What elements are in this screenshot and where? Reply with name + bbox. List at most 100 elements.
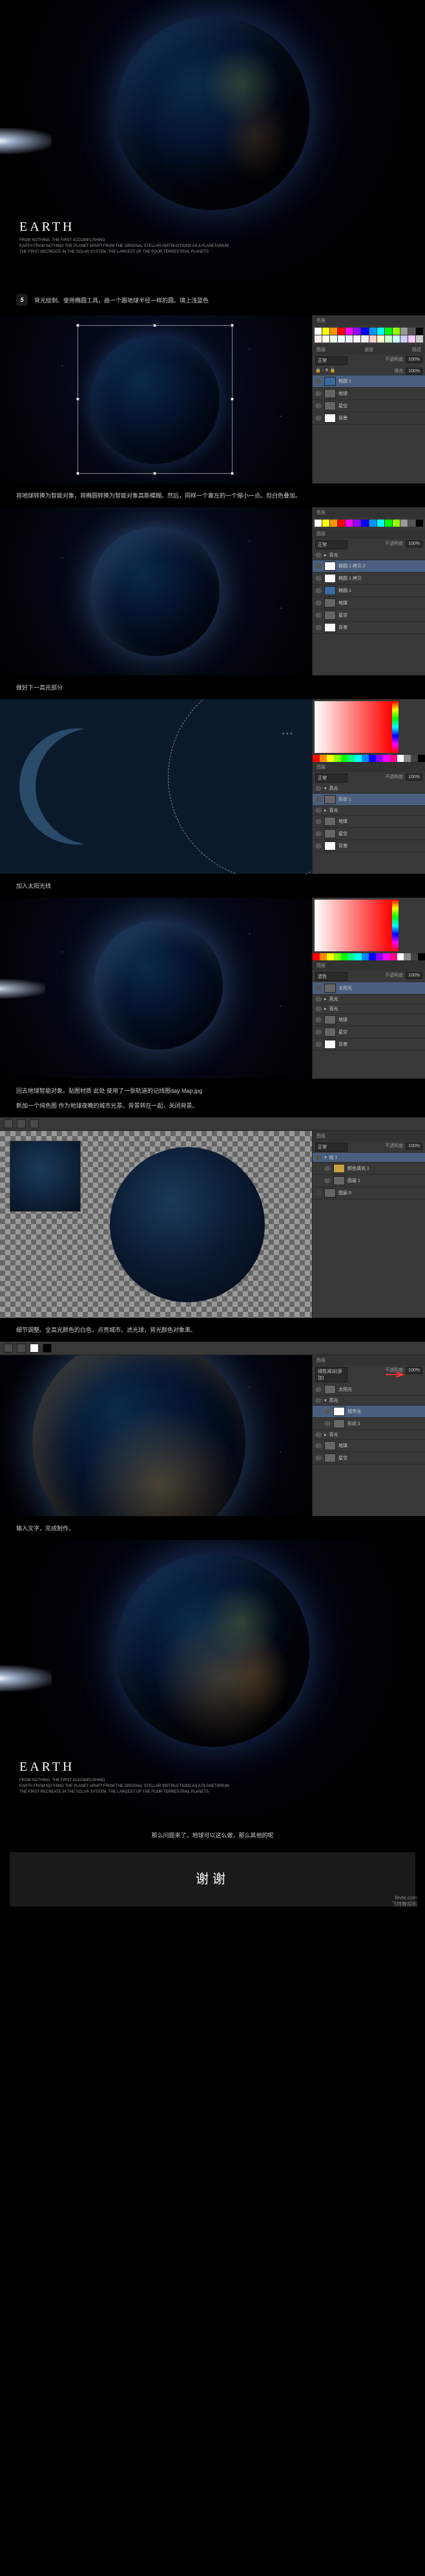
layers-tab[interactable]: 图层: [316, 531, 326, 537]
layer-row[interactable]: ▸ 高光: [313, 995, 425, 1004]
layer-name: 星空: [338, 403, 347, 409]
earth-sphere: [110, 1147, 265, 1302]
layer-row[interactable]: 星空: [313, 609, 425, 622]
layer-row[interactable]: 形状 1: [313, 794, 425, 806]
earth-render-bottom: [116, 1553, 309, 1747]
ps-canvas-5: [0, 1131, 312, 1318]
transform-box[interactable]: [78, 325, 233, 474]
layer-row[interactable]: ▸ 背光: [313, 806, 425, 816]
crescent-shape: [19, 728, 136, 845]
layer-row[interactable]: 太阳光: [313, 982, 425, 995]
step-number: 5: [16, 294, 28, 306]
tool-icon[interactable]: [17, 1119, 26, 1128]
layers-tab[interactable]: 图层: [316, 962, 326, 969]
opacity-input[interactable]: 100%: [406, 972, 422, 979]
layer-name: 地球: [338, 390, 347, 397]
layers-tab[interactable]: 图层: [316, 1133, 326, 1139]
ps-panels-3: 图层 正常 不透明度: 100% ▾ 高光 形状 1 ▸ 背光 地球 星空 背景: [312, 699, 425, 874]
channels-tab[interactable]: 通道: [364, 346, 373, 353]
color-swatch-black[interactable]: [43, 1344, 52, 1353]
opacity-input[interactable]: 100%: [406, 356, 422, 363]
layer-row[interactable]: ▾ 组 1: [313, 1153, 425, 1163]
paths-tab[interactable]: 路径: [412, 346, 421, 353]
ps-canvas-3: ● ● ●: [0, 699, 312, 874]
layer-row[interactable]: 椭圆 1: [313, 375, 425, 388]
layer-row[interactable]: 图层 1: [313, 1175, 425, 1187]
hero-title: EARTH: [19, 1760, 74, 1775]
hue-slider[interactable]: [392, 701, 399, 753]
tool-icon[interactable]: [4, 1344, 13, 1353]
opacity-input[interactable]: 100%: [406, 1367, 422, 1374]
swatches-grid[interactable]: [313, 326, 425, 344]
color-swatch-white[interactable]: [30, 1344, 39, 1353]
ps-canvas-2: [0, 507, 312, 675]
ps-panels-1: 色板 图层 通道 路径 正常 不透明度: 100% 🔒 ▫ ✚ 🔒 填充: 10…: [312, 315, 425, 483]
layer-row[interactable]: 星空: [313, 400, 425, 412]
layer-row[interactable]: 椭圆 1 拷贝: [313, 573, 425, 585]
mini-swatches[interactable]: [313, 755, 425, 762]
caption-4: 加入太阳光线: [0, 874, 425, 898]
layer-row[interactable]: 地球: [313, 1014, 425, 1026]
opacity-label: 不透明度:: [385, 357, 404, 362]
swatches-grid[interactable]: [313, 518, 425, 529]
layer-row[interactable]: 星空: [313, 1026, 425, 1039]
layer-row[interactable]: 地球: [313, 388, 425, 400]
ps-panels-4: 图层 滤色 不透明度: 100% 太阳光 ▸ 高光 ▸ 背光 地球 星空 背景: [312, 898, 425, 1079]
layer-row[interactable]: 背景: [313, 1039, 425, 1051]
tool-icon[interactable]: [17, 1344, 26, 1353]
layer-row[interactable]: ▸ 背光: [313, 1430, 425, 1440]
layers-tab[interactable]: 图层: [316, 764, 326, 770]
layer-row[interactable]: 图层 0: [313, 1187, 425, 1199]
blend-mode-select[interactable]: 正常: [315, 356, 347, 365]
fill-input[interactable]: 100%: [406, 368, 422, 375]
layers-tab[interactable]: 图层: [316, 346, 326, 353]
layer-row[interactable]: 星空: [313, 1452, 425, 1464]
color-picker-field[interactable]: [315, 900, 392, 951]
blend-mode-select[interactable]: 滤色: [315, 972, 347, 981]
layer-row[interactable]: 星空: [313, 828, 425, 840]
layer-row[interactable]: 椭圆 1 拷贝 2: [313, 560, 425, 573]
swatches-tab[interactable]: 色板: [316, 317, 326, 324]
hero-bottom: EARTH FROM NOTHING. THE FIRST ACCOMPLISH…: [0, 1540, 425, 1818]
layer-name: 背景: [338, 415, 347, 421]
layer-row[interactable]: 背景: [313, 622, 425, 634]
layer-row[interactable]: 形状 1: [313, 1418, 425, 1430]
earth-render-top: [116, 16, 309, 210]
layer-row[interactable]: 地球: [313, 597, 425, 609]
tool-icon[interactable]: [30, 1119, 39, 1128]
layer-row[interactable]: 地球: [313, 816, 425, 828]
layers-tab[interactable]: 图层: [316, 1357, 326, 1364]
layer-row[interactable]: ▾ 高光: [313, 784, 425, 794]
opacity-input[interactable]: 100%: [406, 1143, 422, 1150]
sun-flare: [0, 128, 52, 154]
fill-label: 填充:: [394, 369, 404, 374]
blend-mode-select[interactable]: 正常: [315, 540, 347, 549]
tool-icon[interactable]: [4, 1119, 13, 1128]
opacity-input[interactable]: 100%: [406, 540, 422, 547]
blend-mode-select[interactable]: 线性减淡(添加): [315, 1367, 347, 1382]
swatches-tab[interactable]: 色板: [316, 509, 326, 516]
layer-row[interactable]: ▸ 背光: [313, 1004, 425, 1014]
layer-row[interactable]: 太阳光: [313, 1384, 425, 1396]
layer-row[interactable]: 背景: [313, 412, 425, 425]
color-picker-field[interactable]: [315, 701, 392, 753]
layer-row[interactable]: 椭圆 1: [313, 585, 425, 597]
blend-mode-select[interactable]: 正常: [315, 1143, 347, 1152]
layer-row[interactable]: 颜色填充 1: [313, 1163, 425, 1175]
layer-name: 椭圆 1: [338, 378, 351, 385]
layer-row[interactable]: 背景: [313, 840, 425, 852]
texture-thumb: [10, 1141, 81, 1212]
hue-slider[interactable]: [392, 900, 399, 951]
ps-screenshot-4: 图层 滤色 不透明度: 100% 太阳光 ▸ 高光 ▸ 背光 地球 星空 背景: [0, 898, 425, 1079]
blend-mode-select[interactable]: 正常: [315, 774, 347, 783]
path-arc: [168, 699, 312, 874]
layer-row[interactable]: 地球: [313, 1440, 425, 1452]
layer-row[interactable]: 城市光: [313, 1406, 425, 1418]
hero-subtitle: FROM NOTHING. THE FIRST ACCOMPLISHING EA…: [19, 1778, 229, 1795]
step-5-row: 5 背光绘制。使用椭圆工具，画一个跟地球半径一样的圆。填上浅蓝色: [0, 284, 425, 315]
layer-row[interactable]: ▸ 背光: [313, 551, 425, 560]
layer-row[interactable]: ▾ 高光: [313, 1396, 425, 1406]
footer-question: 那么问题来了，地球可以这么做，那么其他的呢: [0, 1818, 425, 1852]
opacity-input[interactable]: 100%: [406, 774, 422, 781]
mini-swatches[interactable]: [313, 953, 425, 960]
